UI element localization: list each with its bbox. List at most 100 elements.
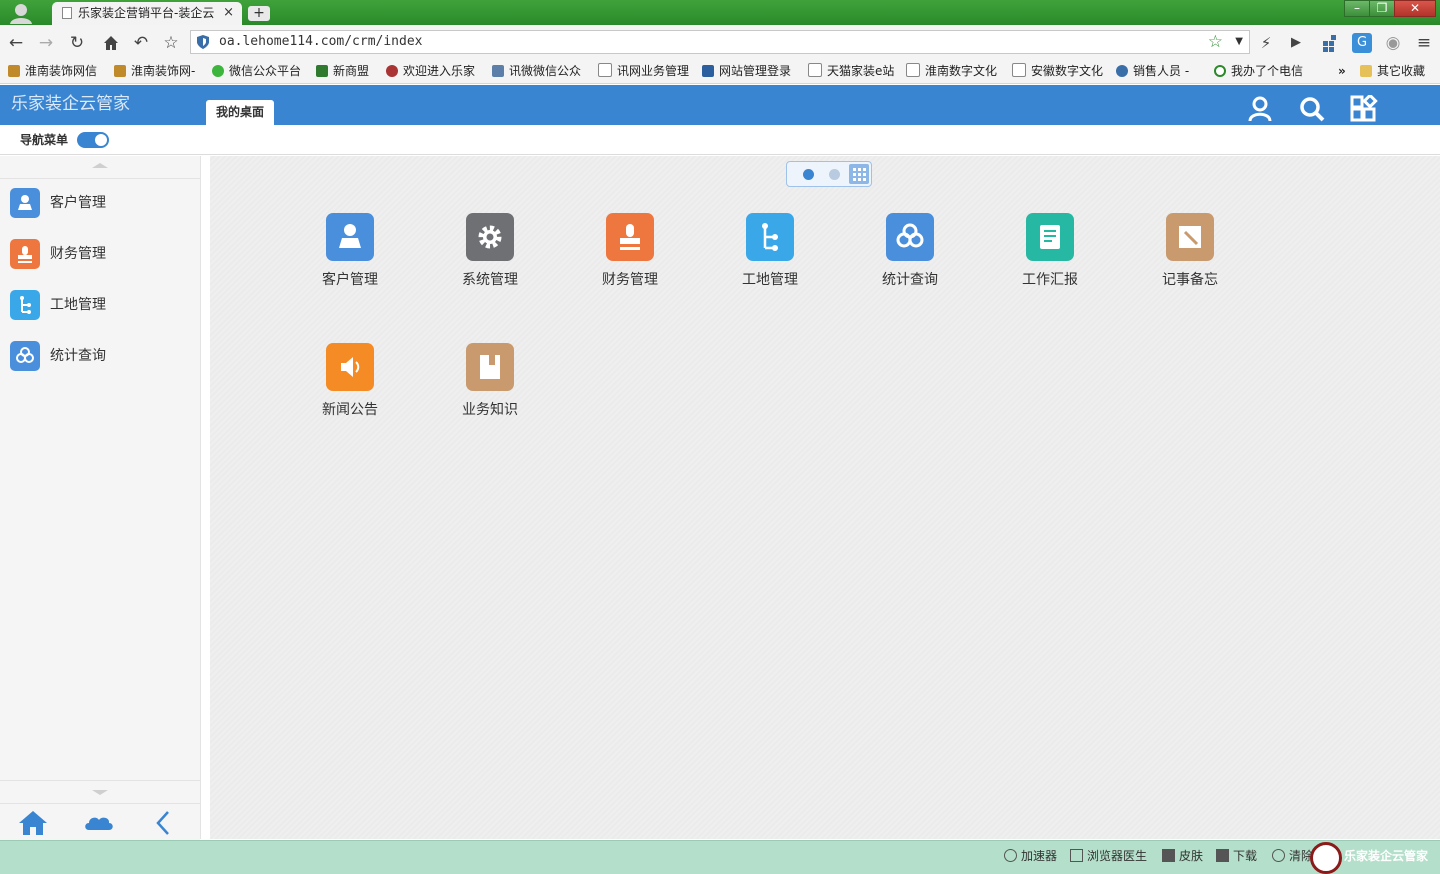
bookmark-item[interactable]: 淮南装饰网- (114, 60, 195, 82)
statusbar-item[interactable]: 加速器 (1004, 841, 1057, 871)
lightning-icon[interactable]: ⚡ (1256, 33, 1276, 53)
extension-icon[interactable]: G (1352, 33, 1372, 53)
toggle-knob (95, 134, 107, 146)
new-tab-button[interactable]: + (248, 6, 270, 21)
app-news-announcement[interactable]: 新闻公告 (300, 343, 400, 443)
apps-grid-icon[interactable] (1350, 95, 1378, 123)
app-header: 乐家装企云管家 我的桌面 (0, 85, 1440, 125)
app-work-report[interactable]: 工作汇报 (1000, 213, 1100, 313)
bookmark-star-icon[interactable]: ☆ (161, 33, 181, 53)
chevron-down-icon (92, 790, 108, 795)
tab-close-button[interactable]: × (223, 2, 234, 24)
user-icon[interactable] (1246, 95, 1274, 123)
play-icon[interactable]: ▶ (1286, 33, 1306, 53)
search-icon (1214, 65, 1226, 77)
stamp-icon (10, 239, 40, 269)
statusbar-item[interactable]: 下载 (1216, 841, 1257, 871)
other-bookmarks-folder[interactable]: 其它收藏 (1360, 60, 1425, 82)
bookmark-item[interactable]: 天猫家装e站 (808, 60, 894, 82)
grid-view-icon[interactable] (849, 164, 869, 184)
wechat-icon (212, 65, 224, 77)
first-aid-icon (1070, 849, 1083, 862)
sidebar-item-statistics[interactable]: 统计查询 (0, 331, 200, 381)
forward-arrow-icon[interactable]: → (36, 33, 56, 53)
bookmark-item[interactable]: 微信公众平台 (212, 60, 301, 82)
folder-icon (1360, 65, 1372, 77)
sidebar-item-label: 工地管理 (50, 297, 106, 313)
profile-icon[interactable] (8, 2, 34, 24)
apps-icon[interactable] (1320, 33, 1340, 53)
reload-icon[interactable]: ↻ (67, 33, 87, 53)
download-icon (1216, 849, 1229, 862)
undo-icon[interactable]: ↶ (131, 33, 151, 53)
rocket-icon (1004, 849, 1017, 862)
broom-icon (1272, 849, 1285, 862)
gear-icon (466, 213, 514, 261)
menu-icon[interactable]: ≡ (1414, 33, 1434, 53)
chevron-down-icon[interactable]: ▼ (1235, 31, 1243, 53)
speaker-icon (326, 343, 374, 391)
statusbar-item[interactable]: 皮肤 (1162, 841, 1203, 871)
home-icon[interactable] (17, 810, 49, 836)
sidebar-item-customer[interactable]: 客户管理 (0, 178, 200, 228)
app-customer-management[interactable]: 客户管理 (300, 213, 400, 313)
app-label: 业务知识 (462, 402, 518, 418)
app-system-management[interactable]: 系统管理 (440, 213, 540, 313)
home-icon[interactable] (101, 33, 121, 53)
document-icon (906, 63, 920, 77)
sidebar-item-finance[interactable]: 财务管理 (0, 229, 200, 279)
favorite-star-icon[interactable]: ☆ (1208, 31, 1223, 53)
sidebar-item-site[interactable]: 工地管理 (0, 280, 200, 330)
bookmark-item[interactable]: 销售人员 - (1116, 60, 1189, 82)
bookmark-item[interactable]: 我办了个电信 (1214, 60, 1303, 82)
eye-icon[interactable]: ◉ (1383, 33, 1403, 53)
tab-my-desktop[interactable]: 我的桌面 (206, 100, 275, 125)
search-icon[interactable] (1298, 95, 1326, 123)
nav-menu-toggle[interactable] (77, 132, 109, 148)
document-icon (1012, 63, 1026, 77)
app-statistics-query[interactable]: 统计查询 (860, 213, 960, 313)
app-label: 客户管理 (322, 272, 378, 288)
bookmark-item[interactable]: 淮南数字文化 (906, 60, 997, 82)
document-icon (598, 63, 612, 77)
cloud-icon[interactable] (83, 810, 115, 836)
globe-icon (1116, 65, 1128, 77)
tab-title: 乐家装企营销平台-装企云 (78, 6, 215, 20)
bookmark-item[interactable]: 讯网业务管理 (598, 60, 689, 82)
bookmark-item[interactable]: 网站管理登录 (702, 60, 791, 82)
maximize-button[interactable]: ❐ (1369, 0, 1395, 17)
address-bar[interactable]: oa.lehome114.com/crm/index ☆ ▼ (190, 30, 1250, 54)
bookmark-item[interactable]: 欢迎进入乐家 (386, 60, 475, 82)
bookmark-item[interactable]: 淮南装饰网信 (8, 60, 97, 82)
tree-icon (10, 290, 40, 320)
app-memo[interactable]: 记事备忘 (1140, 213, 1240, 313)
sidebar-item-label: 客户管理 (50, 195, 106, 211)
sidebar-scroll-up[interactable] (0, 156, 200, 179)
page-dot-active[interactable] (803, 169, 814, 180)
desktop-area: 客户管理 系统管理 财务管理 工地管理 统计查询 工作汇报 记事备忘 新闻公告 … (210, 156, 1440, 839)
sidebar-scroll-down[interactable] (0, 780, 200, 803)
bookmark-item[interactable]: 新商盟 (316, 60, 369, 82)
browser-tab[interactable]: 乐家装企营销平台-装企云 × (52, 2, 242, 25)
bookmark-item[interactable]: 讯微微信公众 (492, 60, 581, 82)
back-arrow-icon[interactable]: ← (6, 33, 26, 53)
minimize-button[interactable]: – (1344, 0, 1370, 17)
cloud-icon (886, 213, 934, 261)
more-bookmarks-button[interactable]: » (1338, 60, 1346, 82)
bookmark-item[interactable]: 安徽数字文化 (1012, 60, 1103, 82)
book-icon (466, 343, 514, 391)
app-label: 记事备忘 (1162, 272, 1218, 288)
browser-titlebar: 乐家装企营销平台-装企云 × + – ❐ ✕ (0, 0, 1440, 25)
app-business-knowledge[interactable]: 业务知识 (440, 343, 540, 443)
page-dot[interactable] (829, 169, 840, 180)
url-text: oa.lehome114.com/crm/index (219, 34, 423, 49)
statusbar-item[interactable]: 清除 (1272, 841, 1313, 871)
watermark-text: 乐家装企云管家 (1344, 849, 1429, 863)
seal-icon (386, 65, 398, 77)
statusbar-item[interactable]: 浏览器医生 (1070, 841, 1147, 871)
collapse-icon[interactable] (148, 810, 180, 836)
app-site-management[interactable]: 工地管理 (720, 213, 820, 313)
app-finance-management[interactable]: 财务管理 (580, 213, 680, 313)
close-window-button[interactable]: ✕ (1394, 0, 1436, 17)
seal-logo (1310, 842, 1342, 874)
